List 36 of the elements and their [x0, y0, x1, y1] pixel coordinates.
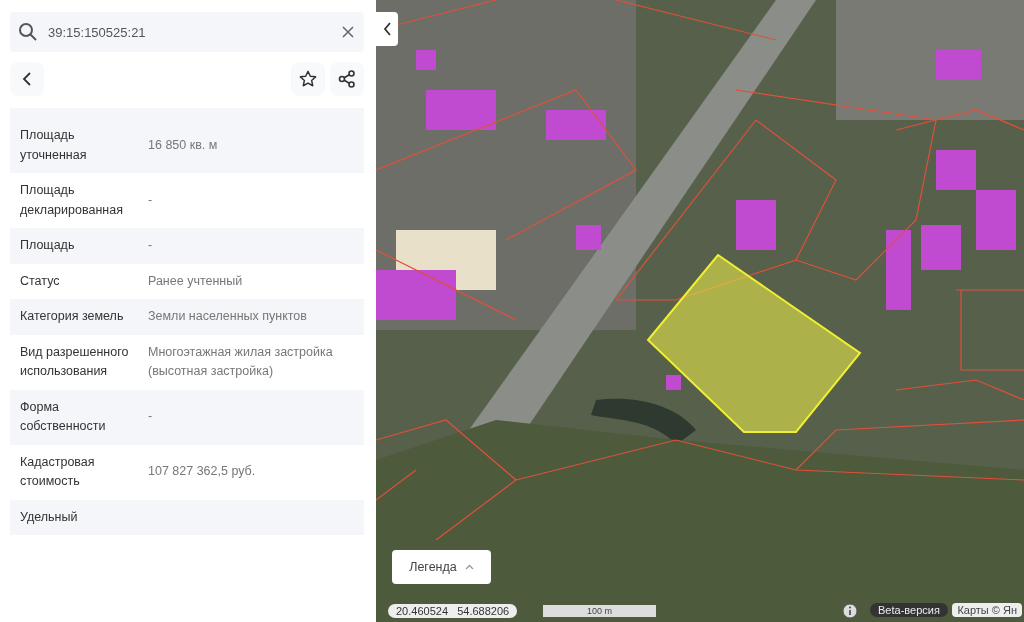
property-value: Земли населенных пунктов: [148, 308, 308, 325]
property-value: -: [148, 191, 154, 209]
property-label: Форма собственности: [20, 398, 107, 435]
property-label: Вид разрешенного использования: [20, 343, 130, 380]
chevron-left-icon: [382, 22, 392, 36]
property-label: Удельный: [20, 508, 79, 526]
collapse-panel-button[interactable]: [376, 12, 398, 46]
favorite-button[interactable]: [291, 62, 325, 96]
search-icon: [18, 22, 38, 42]
beta-badge: Beta-версия: [870, 603, 948, 617]
property-label: Площадь: [20, 237, 76, 254]
selected-parcel[interactable]: [646, 253, 862, 433]
chevron-left-icon: [22, 72, 32, 86]
property-value: 107 827 362,5 руб.: [148, 463, 257, 481]
coordinates-label: 20.460524 54.688206: [388, 604, 518, 618]
property-value: 16 850 кв. м: [148, 136, 219, 154]
property-value: Многоэтажная жилая застройка (высотная застройка): [148, 343, 334, 380]
property-label: Площадь уточненная: [20, 127, 88, 164]
property-label: Кадастровая стоимость: [20, 453, 96, 490]
search-field[interactable]: 39:15:150525:21: [10, 12, 364, 52]
share-button[interactable]: [330, 62, 364, 96]
caret-up-icon: [464, 564, 474, 570]
property-label: Статус: [20, 272, 61, 290]
info-icon[interactable]: [842, 603, 858, 619]
property-value: Ранее учтенный: [148, 272, 244, 290]
property-value: -: [148, 408, 154, 426]
share-icon: [338, 70, 356, 88]
property-value: -: [148, 237, 154, 254]
scale-bar: 100 m: [543, 605, 656, 617]
attribution-label[interactable]: Карты © Ян: [952, 603, 1022, 617]
close-icon[interactable]: [342, 26, 354, 38]
legend-button[interactable]: Легенда: [392, 550, 491, 584]
property-label: Площадь декларированная: [20, 182, 124, 219]
property-label: Категория земель: [20, 308, 125, 325]
back-button[interactable]: [10, 62, 44, 96]
star-icon: [299, 70, 317, 88]
